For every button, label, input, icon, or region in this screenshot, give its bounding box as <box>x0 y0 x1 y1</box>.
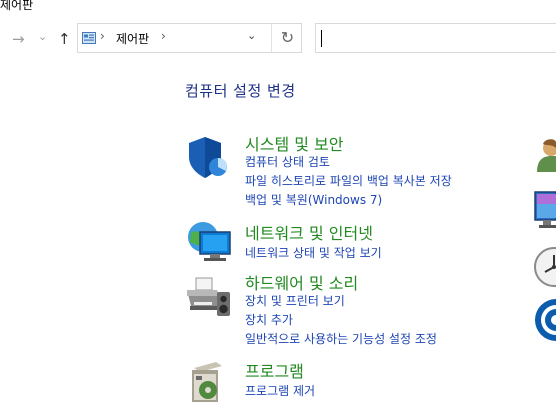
forward-button[interactable]: → <box>12 30 25 48</box>
link-mobility-settings[interactable]: 일반적으로 사용하는 기능성 설정 조정 <box>245 330 437 347</box>
breadcrumb-control-panel[interactable]: 제어판 <box>116 30 149 47</box>
address-bar[interactable]: › 제어판 › ⌄ ↻ <box>77 23 302 53</box>
recent-locations-button[interactable]: ⌄ <box>38 28 47 46</box>
up-button[interactable]: ↑ <box>58 30 71 48</box>
appearance-monitor-icon[interactable] <box>533 190 556 232</box>
category-system-security[interactable]: 시스템 및 보안 <box>245 131 344 155</box>
user-accounts-icon[interactable] <box>533 138 556 174</box>
breadcrumb-separator-2[interactable]: › <box>161 29 166 43</box>
address-dropdown-button[interactable]: ⌄ <box>247 29 256 42</box>
clock-region-icon[interactable] <box>533 246 556 288</box>
link-backup-restore[interactable]: 백업 및 복원(Windows 7) <box>245 191 382 208</box>
link-devices-printers[interactable]: 장치 및 프린터 보기 <box>245 292 345 309</box>
network-globe-icon[interactable] <box>183 218 235 264</box>
search-input[interactable] <box>315 23 556 53</box>
navigation-bar: → ⌄ ↑ › 제어판 › ⌄ ↻ <box>0 22 556 56</box>
link-network-status[interactable]: 네트워크 상태 및 작업 보기 <box>245 244 382 261</box>
link-add-device[interactable]: 장치 추가 <box>245 311 293 328</box>
breadcrumb-separator[interactable]: › <box>100 29 105 43</box>
page-heading: 컴퓨터 설정 변경 <box>185 82 296 100</box>
category-programs[interactable]: 프로그램 <box>245 358 304 382</box>
link-review-computer-status[interactable]: 컴퓨터 상태 검토 <box>245 153 330 170</box>
programs-icon[interactable] <box>188 360 228 404</box>
ease-of-access-icon[interactable] <box>533 298 556 342</box>
window-title: 제어판 <box>0 0 34 12</box>
category-network-internet[interactable]: 네트워크 및 인터넷 <box>245 220 373 244</box>
category-hardware-sound[interactable]: 하드웨어 및 소리 <box>245 270 358 294</box>
control-panel-icon <box>82 32 96 44</box>
title-bar: 제어판 <box>0 0 556 22</box>
link-file-history[interactable]: 파일 히스토리로 파일의 백업 복사본 저장 <box>245 172 452 189</box>
refresh-button[interactable]: ↻ <box>271 24 303 52</box>
text-caret <box>321 30 322 47</box>
printer-icon[interactable] <box>184 276 234 320</box>
link-uninstall-program[interactable]: 프로그램 제거 <box>245 382 315 399</box>
shield-icon[interactable] <box>185 134 231 182</box>
